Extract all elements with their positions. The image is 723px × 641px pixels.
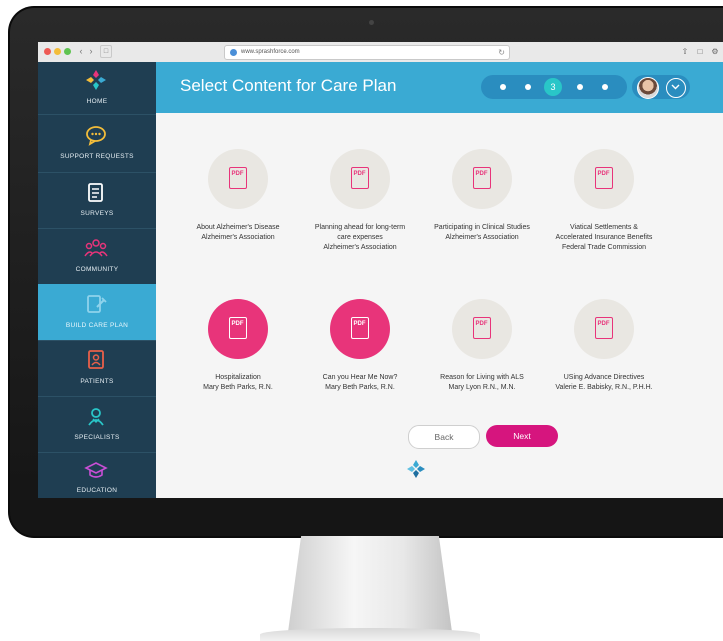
pdf-icon: PDF [595,317,613,339]
sidebar-label-specialists: SPECIALISTS [74,434,120,441]
pdf-icon: PDF [595,167,613,189]
minimize-window-icon[interactable] [54,48,61,55]
pdf-circle[interactable]: PDF [452,149,512,209]
sidebar: HOME SUPPORT REQUESTS SURVEYS COMMUNITY … [38,62,156,498]
chevron-down-icon[interactable] [666,78,686,98]
sidebar-item-community[interactable]: COMMUNITY [38,228,156,285]
globe-icon [230,49,237,56]
pdf-circle[interactable]: PDF [208,149,268,209]
pdf-icon: PDF [473,167,491,189]
back-arrow-icon[interactable]: ‹ [76,45,86,58]
step-current[interactable]: 3 [544,78,562,96]
pdf-circle[interactable]: PDF [330,149,390,209]
graduation-cap-icon [84,461,108,485]
maximize-window-icon[interactable] [64,48,71,55]
user-menu[interactable] [632,75,690,99]
step-dot[interactable] [577,84,583,90]
sidebar-item-education[interactable]: EDUCATION [38,452,156,498]
brand-logo-icon [406,459,426,484]
reload-icon[interactable]: ↻ [498,46,505,59]
pdf-circle-selected[interactable]: PDF [208,299,268,359]
document-icon [84,182,108,206]
card-caption: Planning ahead for long-term care expens… [314,224,406,251]
sidebar-item-patients[interactable]: PATIENTS [38,340,156,397]
step-indicator: 3 [481,75,627,99]
sidebar-label-support-requests: SUPPORT REQUESTS [60,153,134,160]
pdf-icon: PDF [351,167,369,189]
pdf-icon: PDF [229,167,247,189]
pdf-icon: PDF [351,317,369,339]
sidebar-label-community: COMMUNITY [75,266,119,273]
card-caption: Hospitalization Mary Beth Parks, R.N. [203,374,273,391]
patient-card-icon [84,349,108,373]
step-dot[interactable] [500,84,506,90]
build-plan-icon [84,293,108,317]
monitor-stand [288,536,452,632]
sidebar-item-home[interactable]: HOME [38,62,156,115]
pdf-icon: PDF [473,317,491,339]
pdf-circle[interactable]: PDF [452,299,512,359]
card-caption: Participating in Clinical Studies Alzhei… [434,224,530,241]
camera-icon [369,20,374,25]
chat-bubble-icon [84,124,108,148]
sidebar-label-home: HOME [86,98,108,105]
tabs-icon[interactable]: □ [694,45,706,58]
share-icon[interactable]: ⇧ [679,45,691,58]
next-button[interactable]: Next [486,425,558,447]
extension-icon[interactable]: ⚙ [709,45,721,58]
sidebar-item-specialists[interactable]: SPECIALISTS [38,396,156,453]
address-bar[interactable]: www.sprashforce.com ↻ [224,45,510,60]
page-header: Select Content for Care Plan 3 [156,62,723,113]
pdf-circle[interactable]: PDF [574,149,634,209]
specialist-icon [84,405,108,429]
pdf-circle[interactable]: PDF [574,299,634,359]
sidebar-label-education: EDUCATION [76,487,118,494]
sidebar-label-patients: PATIENTS [80,378,114,385]
close-window-icon[interactable] [44,48,51,55]
page-title: Select Content for Care Plan [180,76,397,95]
pdf-icon: PDF [229,317,247,339]
url-text: www.sprashforce.com [241,49,300,55]
card-caption: Reason for Living with ALS Mary Lyon R.N… [440,374,524,391]
screen: ‹ › □ www.sprashforce.com ↻ ⇧ □ ⚙ HOME S… [38,42,723,498]
card-caption: Viatical Settlements & Accelerated Insur… [555,224,653,251]
avatar[interactable] [637,77,659,99]
step-dot[interactable] [525,84,531,90]
sidebar-item-support-requests[interactable]: SUPPORT REQUESTS [38,114,156,173]
sidebar-label-surveys: SURVEYS [80,210,114,217]
browser-toolbar: ‹ › □ www.sprashforce.com ↻ ⇧ □ ⚙ [38,42,723,63]
forward-arrow-icon[interactable]: › [86,45,96,58]
sidebar-toggle-icon[interactable]: □ [100,45,112,58]
sidebar-item-build-care-plan[interactable]: BUILD CARE PLAN [38,284,156,341]
step-dot[interactable] [602,84,608,90]
monitor-stand-base [260,628,480,641]
sidebar-item-surveys[interactable]: SURVEYS [38,172,156,229]
home-logo-icon [84,68,108,92]
card-caption: About Alzheimer's Disease Alzheimer's As… [196,224,280,241]
community-icon [84,238,108,262]
card-caption: Can you Hear Me Now? Mary Beth Parks, R.… [322,374,398,391]
sidebar-label-build-care-plan: BUILD CARE PLAN [65,322,129,329]
card-caption: USing Advance Directives Valerie E. Babi… [555,374,653,391]
pdf-circle-selected[interactable]: PDF [330,299,390,359]
back-button[interactable]: Back [408,425,480,449]
monitor-chin [10,500,723,536]
